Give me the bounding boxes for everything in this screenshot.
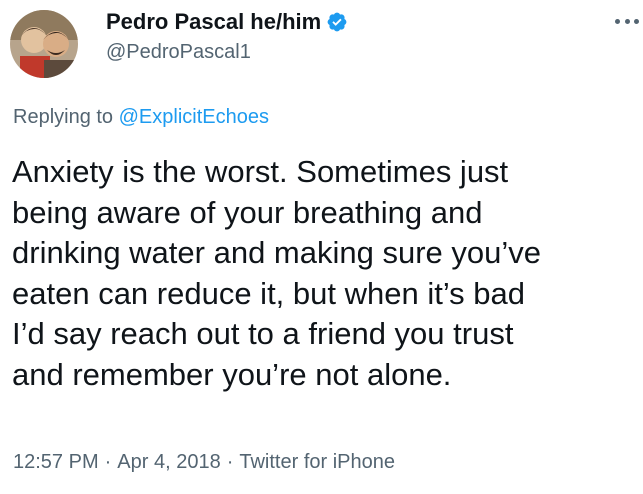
avatar[interactable] — [10, 10, 78, 78]
author-display-name[interactable]: Pedro Pascal he/him — [106, 9, 321, 35]
tweet-source[interactable]: Twitter for iPhone — [239, 451, 395, 474]
tweet: Pedro Pascal he/him @PedroPascal1 Replyi… — [0, 0, 643, 494]
tweet-time[interactable]: 12:57 PM — [13, 451, 99, 474]
tweet-text-line: Anxiety is the worst. Sometimes just — [12, 154, 509, 189]
tweet-text-line: being aware of your breathing and — [12, 194, 483, 230]
avatar-image — [10, 10, 78, 78]
tweet-text-line: drinking water and making sure you’ve — [12, 235, 541, 271]
reply-handle-link[interactable]: @ExplicitEchoes — [119, 106, 269, 128]
tweet-text-line: eaten can reduce it, but when it’s bad — [12, 275, 525, 311]
tweet-text-line: and remember you’re not alone. — [12, 356, 452, 392]
tweet-meta: 12:57 PM · Apr 4, 2018 · Twitter for iPh… — [13, 451, 395, 474]
more-options-icon[interactable] — [615, 14, 639, 28]
tweet-date[interactable]: Apr 4, 2018 — [117, 451, 220, 474]
replying-to-label: Replying to — [13, 106, 114, 128]
replying-to: Replying to @ExplicitEchoes — [13, 106, 269, 129]
meta-separator: · — [226, 451, 234, 473]
tweet-text-line: I’d say reach out to a friend you trust — [12, 316, 514, 352]
verified-badge-icon — [327, 12, 347, 32]
author-handle[interactable]: @PedroPascal1 — [106, 41, 251, 64]
tweet-text: Anxiety is the worst. Sometimes just bei… — [12, 152, 638, 396]
meta-separator: · — [104, 451, 112, 473]
author-name-row: Pedro Pascal he/him — [106, 9, 348, 35]
